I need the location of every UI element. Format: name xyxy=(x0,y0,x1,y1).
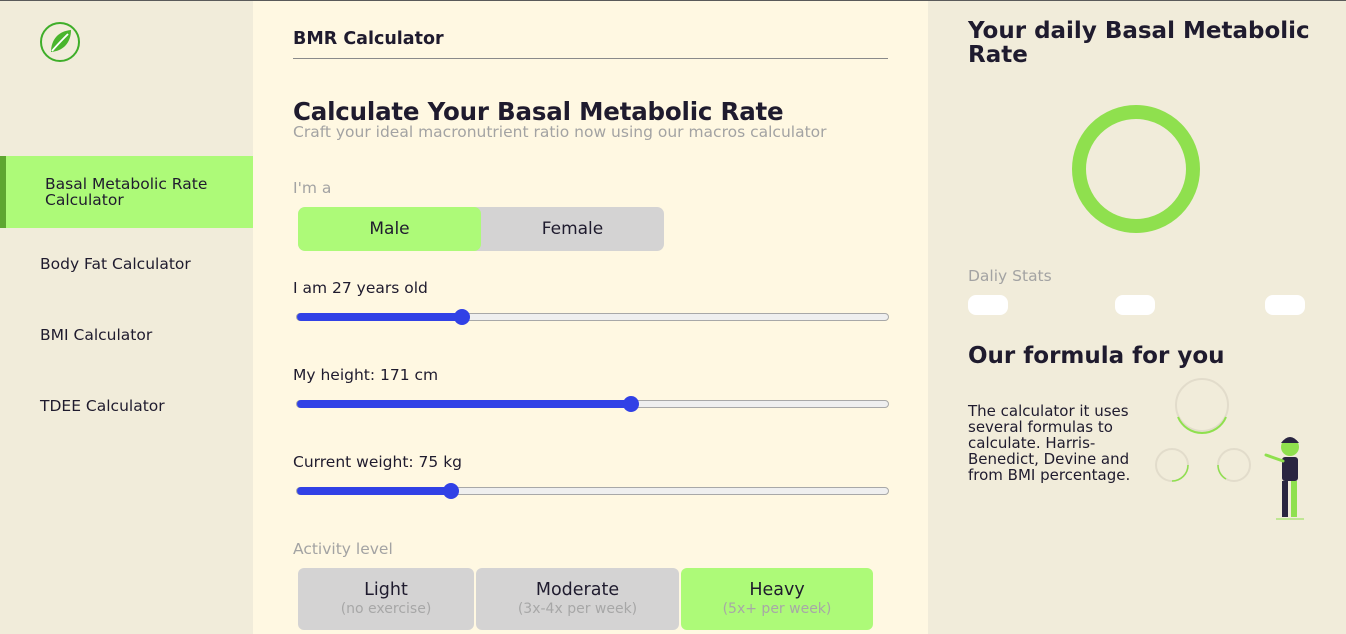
activity-option-moderate[interactable]: Moderate (3x-4x per week) xyxy=(476,568,679,630)
activity-label: Activity level xyxy=(293,540,393,558)
gender-option-male[interactable]: Male xyxy=(298,207,481,251)
age-slider-fill xyxy=(297,313,463,321)
page-title: Calculate Your Basal Metabolic Rate xyxy=(293,97,784,126)
activity-option-title: Moderate xyxy=(535,580,620,600)
sidebar-item-bmi[interactable]: BMI Calculator xyxy=(0,299,253,370)
activity-selector: Light (no exercise) Moderate (3x-4x per … xyxy=(298,568,873,630)
weight-slider-thumb[interactable] xyxy=(442,483,459,499)
stat-pill xyxy=(1265,295,1305,315)
bmr-progress-ring xyxy=(1072,105,1200,233)
gender-label: I'm a xyxy=(293,179,332,197)
sidebar-item-label: TDEE Calculator xyxy=(40,396,165,415)
gender-option-female[interactable]: Female xyxy=(481,207,664,251)
stat-pill xyxy=(1115,295,1155,315)
activity-option-title: Heavy xyxy=(749,580,805,600)
activity-option-heavy[interactable]: Heavy (5x+ per week) xyxy=(681,568,873,630)
results-panel: Your daily Basal Metabolic Rate Daliy St… xyxy=(928,1,1346,634)
sidebar-item-bmr[interactable]: Basal Metabolic Rate Calculator xyxy=(0,156,253,228)
calculator-panel: BMR Calculator Calculate Your Basal Meta… xyxy=(253,1,928,634)
activity-option-sub: (3x-4x per week) xyxy=(517,601,638,617)
header-title: BMR Calculator xyxy=(293,29,444,49)
height-slider-thumb[interactable] xyxy=(622,396,639,412)
age-label: I am 27 years old xyxy=(293,279,428,297)
sidebar-item-label: Basal Metabolic Rate Calculator xyxy=(45,175,208,209)
formula-text: The calculator it uses several formulas … xyxy=(968,402,1131,484)
weight-slider[interactable] xyxy=(296,483,889,499)
height-slider[interactable] xyxy=(296,396,889,412)
sidebar: Basal Metabolic Rate Calculator Body Fat… xyxy=(0,1,253,634)
activity-option-title: Light xyxy=(364,580,408,600)
age-slider-thumb[interactable] xyxy=(454,309,471,325)
weight-label: Current weight: 75 kg xyxy=(293,453,463,471)
sidebar-item-body-fat[interactable]: Body Fat Calculator xyxy=(0,228,253,299)
age-slider[interactable] xyxy=(296,309,889,325)
header-divider xyxy=(293,58,888,59)
sidebar-item-label: Body Fat Calculator xyxy=(40,254,191,273)
leaf-logo-icon[interactable] xyxy=(39,21,81,63)
results-title: Your daily Basal Metabolic Rate xyxy=(968,18,1310,68)
stat-pill xyxy=(968,295,1008,315)
sidebar-nav: Basal Metabolic Rate Calculator Body Fat… xyxy=(0,156,253,441)
activity-option-sub: (no exercise) xyxy=(340,601,432,617)
formula-title: Our formula for you xyxy=(968,343,1225,369)
height-label: My height: 171 cm xyxy=(293,366,439,384)
weight-slider-fill xyxy=(297,487,451,495)
stats-label: Daliy Stats xyxy=(968,267,1052,285)
gender-toggle: Male Female xyxy=(298,207,664,251)
fitness-person-illustration-icon xyxy=(1155,378,1304,520)
sidebar-item-tdee[interactable]: TDEE Calculator xyxy=(0,370,253,441)
sidebar-item-label: BMI Calculator xyxy=(40,325,153,344)
activity-option-sub: (5x+ per week) xyxy=(722,601,832,617)
activity-option-light[interactable]: Light (no exercise) xyxy=(298,568,474,630)
page-subtitle: Craft your ideal macronutrient ratio now… xyxy=(293,123,827,141)
height-slider-fill xyxy=(297,400,631,408)
